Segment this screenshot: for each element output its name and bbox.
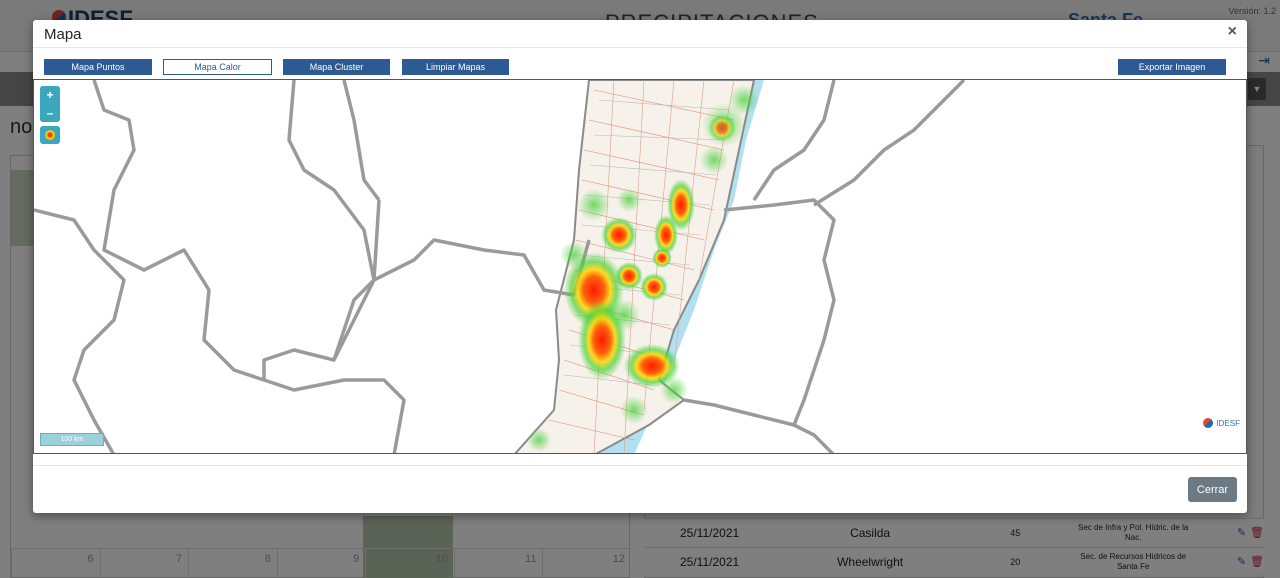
points-map-button[interactable]: Mapa Puntos bbox=[44, 59, 152, 75]
scale-bar: 100 km bbox=[40, 433, 104, 446]
map-modal: Mapa × Mapa Puntos Mapa Calor Mapa Clust… bbox=[33, 20, 1247, 513]
divider bbox=[33, 47, 1247, 48]
zoom-in-button[interactable]: + bbox=[40, 86, 60, 104]
modal-title: Mapa bbox=[44, 26, 82, 43]
divider bbox=[33, 465, 1247, 466]
attribution-text: IDESF bbox=[1216, 418, 1240, 428]
cluster-map-button[interactable]: Mapa Cluster bbox=[283, 59, 390, 75]
heatmap-icon bbox=[45, 130, 55, 140]
boundary-lines bbox=[34, 80, 966, 453]
close-button[interactable]: Cerrar bbox=[1188, 477, 1237, 502]
heatmap-toggle[interactable] bbox=[40, 126, 60, 144]
export-image-button[interactable]: Exportar Imagen bbox=[1118, 59, 1226, 75]
heat-map-button[interactable]: Mapa Calor bbox=[163, 59, 272, 75]
map-canvas[interactable]: + – 100 km IDESF bbox=[33, 79, 1247, 454]
close-icon[interactable]: × bbox=[1228, 23, 1237, 41]
idesf-logo-icon bbox=[1203, 418, 1214, 428]
clear-maps-button[interactable]: Limpiar Mapas bbox=[402, 59, 509, 75]
zoom-out-button[interactable]: – bbox=[40, 104, 60, 122]
zoom-control: + – bbox=[40, 86, 60, 122]
map-layer bbox=[34, 80, 966, 453]
map-attribution[interactable]: IDESF bbox=[1203, 418, 1240, 428]
